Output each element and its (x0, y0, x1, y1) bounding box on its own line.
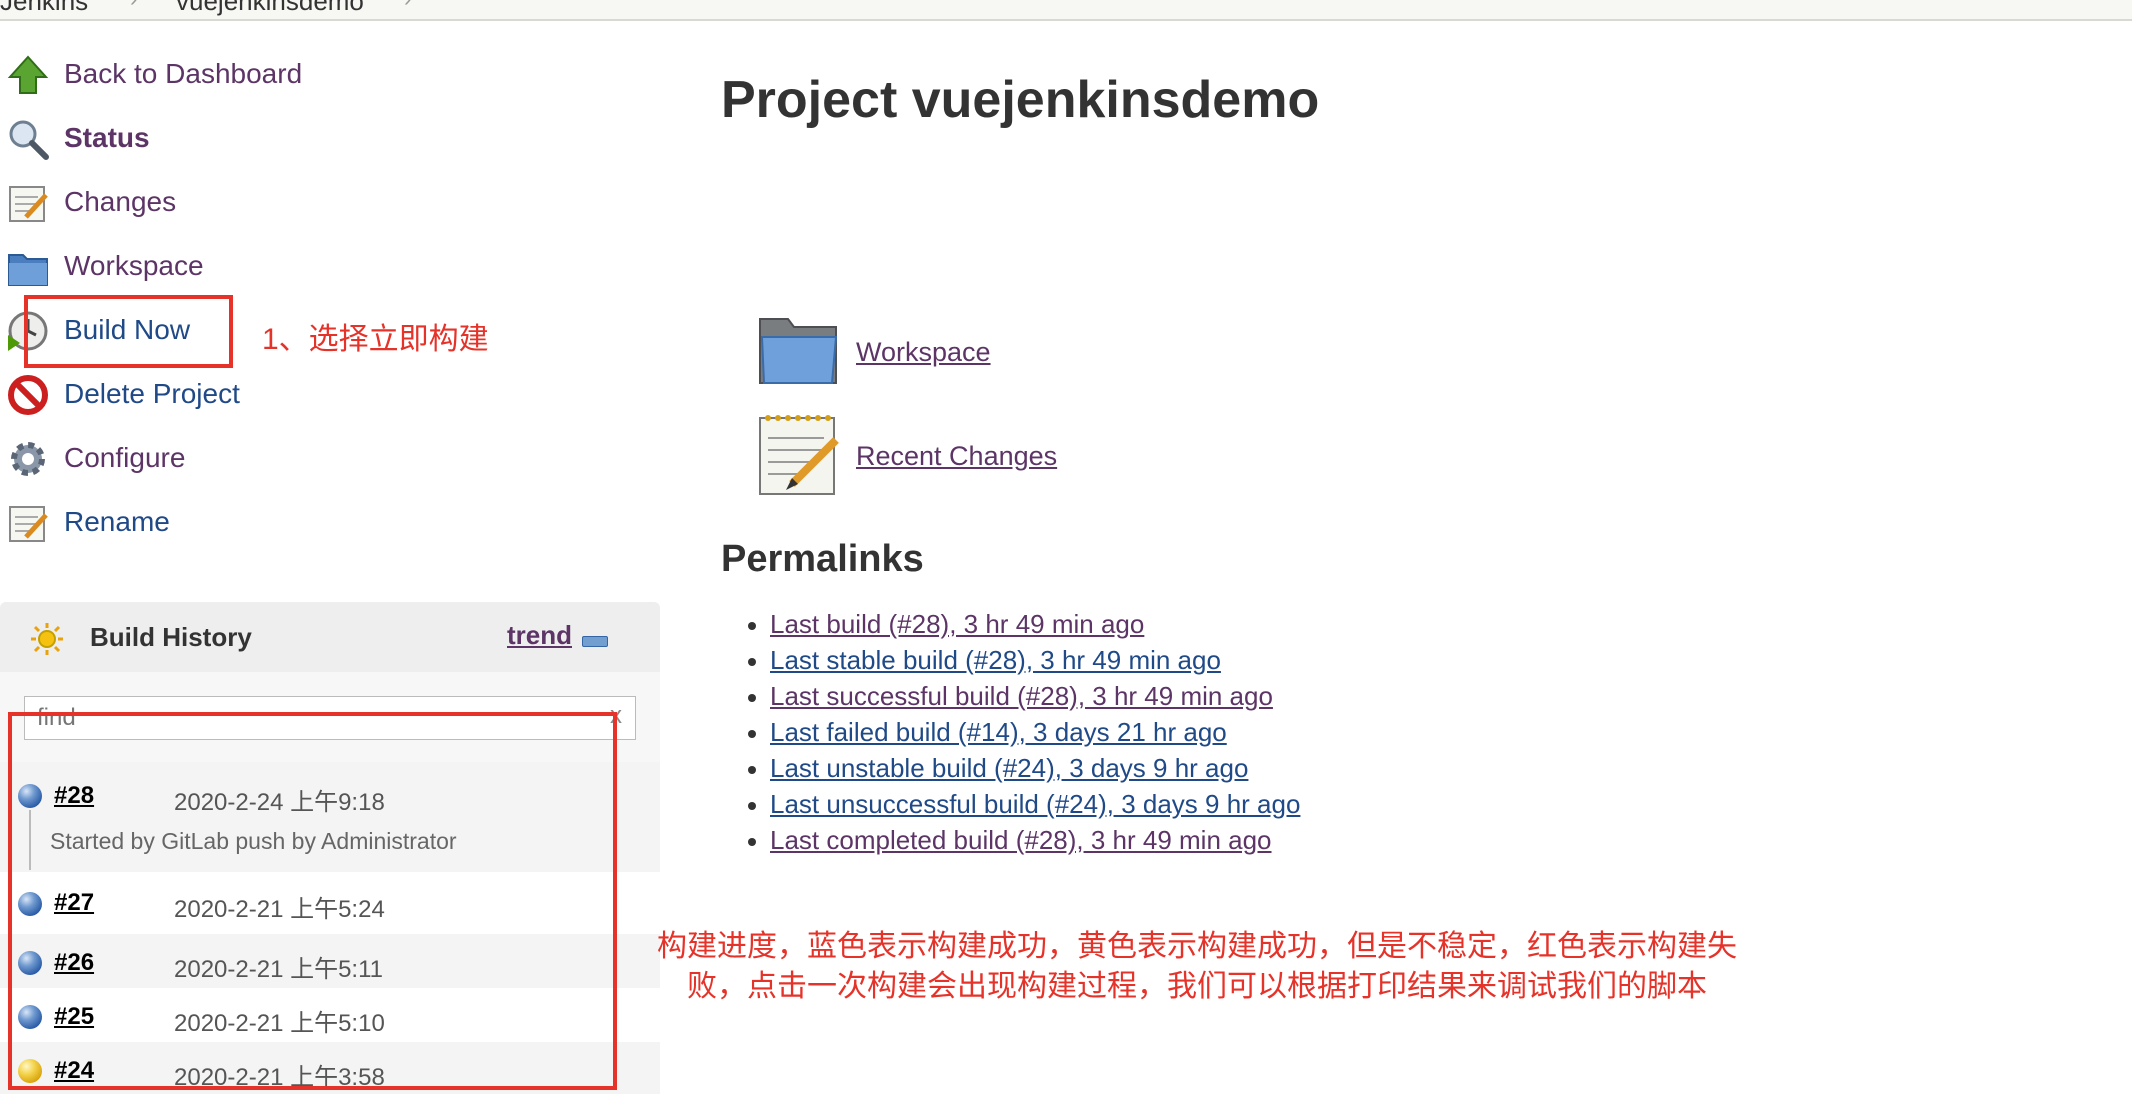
build-date: 2020-2-21 上午5:24 (174, 896, 385, 923)
permalink-last-unsuccessful-build[interactable]: Last unsuccessful build (#24), 3 days 9 … (770, 789, 1300, 819)
collapse-icon[interactable] (582, 636, 608, 647)
build-row[interactable]: #27 2020-2-21 上午5:24 (0, 872, 660, 934)
page-title: Project vuejenkinsdemo (721, 71, 1320, 129)
build-history-header: Build History trend (0, 602, 660, 672)
task-delete-project[interactable]: Delete Project (0, 365, 560, 425)
notepad-icon (9, 186, 48, 222)
build-search-input[interactable] (24, 696, 636, 740)
task-configure[interactable]: Configure (0, 429, 560, 489)
task-workspace[interactable]: Workspace (0, 237, 560, 297)
sun-icon (31, 623, 63, 655)
build-number-link[interactable]: #27 (54, 889, 94, 917)
no-entry-icon (8, 375, 48, 415)
permalink-item: Last successful build (#28), 3 hr 49 min… (747, 681, 1300, 717)
workspace-link[interactable]: Workspace (856, 337, 991, 368)
task-status[interactable]: Status (0, 109, 560, 169)
permalink-item: Last failed build (#14), 3 days 21 hr ag… (747, 717, 1300, 753)
annotation-step1-text: 1、选择立即构建 (262, 323, 489, 356)
build-status-ball-icon (18, 1005, 42, 1029)
build-status-ball-icon (18, 784, 42, 808)
build-number-link[interactable]: #24 (54, 1057, 94, 1085)
breadcrumb: Jenkins › vuejenkinsdemo › (0, 0, 2132, 21)
build-row[interactable]: #28 2020-2-24 上午9:18 Started by GitLab p… (0, 762, 660, 872)
build-number-link[interactable]: #26 (54, 949, 94, 977)
permalink-last-failed-build[interactable]: Last failed build (#14), 3 days 21 hr ag… (770, 717, 1227, 747)
build-status-ball-icon (18, 951, 42, 975)
notepad-icon (9, 506, 48, 542)
build-date: 2020-2-21 上午3:58 (174, 1064, 385, 1091)
build-row[interactable]: #26 2020-2-21 上午5:11 (0, 934, 660, 988)
permalink-item: Last unstable build (#24), 3 days 9 hr a… (747, 753, 1300, 789)
task-label[interactable]: Rename (64, 506, 170, 538)
permalink-last-stable-build[interactable]: Last stable build (#28), 3 hr 49 min ago (770, 645, 1221, 675)
build-status-ball-icon (18, 1059, 42, 1083)
breadcrumb-item-jenkins[interactable]: Jenkins (0, 0, 88, 17)
build-history-panel: Build History trend x #28 2020-2-24 上午9:… (0, 602, 660, 1094)
gear-icon (11, 442, 45, 476)
build-history-title: Build History (90, 622, 252, 652)
permalinks-heading: Permalinks (721, 538, 924, 580)
breadcrumb-separator: › (130, 0, 137, 12)
permalink-last-build[interactable]: Last build (#28), 3 hr 49 min ago (770, 609, 1144, 639)
permalink-item: Last completed build (#28), 3 hr 49 min … (747, 825, 1300, 861)
folder-icon[interactable] (756, 311, 840, 387)
build-status-ball-icon (18, 892, 42, 916)
annotation-progress-text-line2: 败，点击一次构建会出现构建过程，我们可以根据打印结果来调试我们的脚本 (687, 970, 1707, 1003)
task-label[interactable]: Configure (64, 442, 185, 474)
permalink-last-successful-build[interactable]: Last successful build (#28), 3 hr 49 min… (770, 681, 1273, 711)
task-label[interactable]: Status (64, 122, 150, 154)
permalink-item: Last stable build (#28), 3 hr 49 min ago (747, 645, 1300, 681)
build-number-link[interactable]: #28 (54, 782, 94, 810)
breadcrumb-item-project[interactable]: vuejenkinsdemo (176, 0, 364, 17)
magnifier-icon (9, 120, 49, 160)
clear-search-icon[interactable]: x (610, 702, 622, 730)
permalink-item: Last unsuccessful build (#24), 3 days 9 … (747, 789, 1300, 825)
build-date: 2020-2-21 上午5:10 (174, 1010, 385, 1037)
clock-icon (8, 311, 48, 351)
build-date: 2020-2-24 上午9:18 (174, 789, 385, 816)
annotation-progress-text-line1: 构建进度，蓝色表示构建成功，黄色表示构建成功，但是不稳定，红色表示构建失 (657, 930, 1737, 963)
permalink-item: Last build (#28), 3 hr 49 min ago (747, 609, 1300, 645)
trend-link[interactable]: trend (507, 620, 572, 651)
task-back-to-dashboard[interactable]: Back to Dashboard (0, 45, 560, 105)
task-label[interactable]: Back to Dashboard (64, 58, 302, 90)
task-label[interactable]: Changes (64, 186, 176, 218)
permalinks-list: Last build (#28), 3 hr 49 min ago Last s… (747, 609, 1300, 861)
build-date: 2020-2-21 上午5:11 (174, 956, 384, 983)
build-connector-line (29, 810, 31, 870)
permalink-last-unstable-build[interactable]: Last unstable build (#24), 3 days 9 hr a… (770, 753, 1248, 783)
task-label[interactable]: Workspace (64, 250, 204, 282)
up-arrow-icon (7, 55, 49, 94)
build-number-link[interactable]: #25 (54, 1003, 94, 1031)
breadcrumb-separator: › (404, 0, 411, 12)
task-label[interactable]: Build Now (64, 314, 190, 346)
build-row[interactable]: #25 2020-2-21 上午5:10 (0, 988, 660, 1042)
recent-changes-link[interactable]: Recent Changes (856, 441, 1057, 472)
notepad-icon[interactable] (756, 412, 842, 498)
folder-icon (8, 254, 48, 286)
build-cause: Started by GitLab push by Administrator (50, 828, 457, 854)
task-label[interactable]: Delete Project (64, 378, 240, 410)
task-rename[interactable]: Rename (0, 493, 560, 553)
task-changes[interactable]: Changes (0, 173, 560, 233)
build-row[interactable]: #24 2020-2-21 上午3:58 (0, 1042, 660, 1094)
permalink-last-completed-build[interactable]: Last completed build (#28), 3 hr 49 min … (770, 825, 1272, 855)
